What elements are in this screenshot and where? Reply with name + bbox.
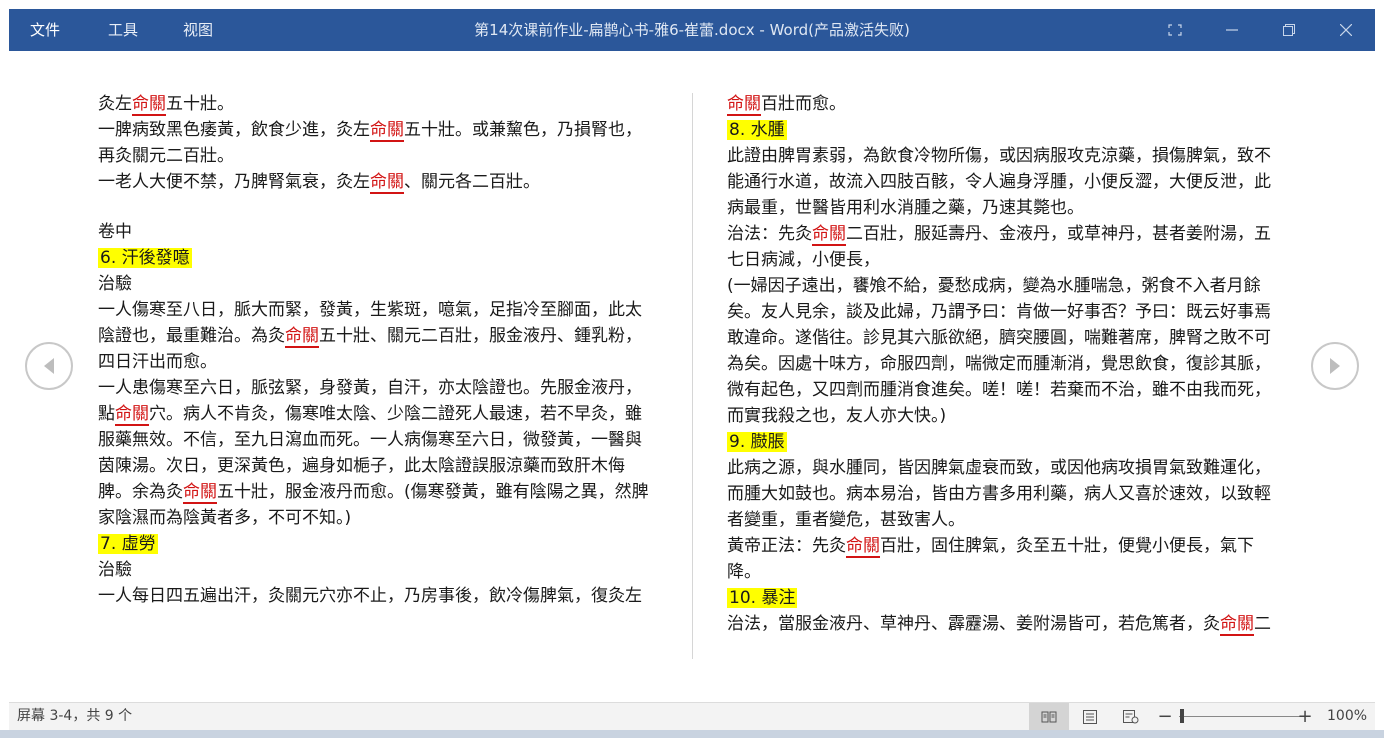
- paragraph: 灸左命關五十壯。: [98, 94, 234, 116]
- spell-marked-word[interactable]: 命關: [370, 120, 404, 142]
- web-layout-button[interactable]: [1111, 703, 1151, 730]
- previous-page-button[interactable]: [25, 342, 73, 390]
- next-page-icon: [1330, 358, 1340, 374]
- spell-marked-word[interactable]: 命關: [370, 172, 404, 194]
- print-layout-button[interactable]: [1070, 703, 1110, 730]
- web-layout-icon: [1123, 709, 1139, 723]
- page-info: 屏幕 3-4，共 9 个: [17, 708, 133, 724]
- spell-marked-word[interactable]: 命關: [727, 94, 761, 116]
- paragraph: 一人傷寒至八日，脈大而緊，發黃，生紫斑，噫氣，足指冷至腳面，此太陰證也，最重難治…: [98, 300, 642, 372]
- minimize-icon: [1226, 29, 1238, 31]
- left-column: 灸左命關五十壯。 一脾病致黑色痿黃，飲食少進，灸左命關五十壯。或兼黧色，乃損腎也…: [98, 91, 658, 609]
- spell-marked-word[interactable]: 命關: [115, 404, 149, 426]
- subheading: 治驗: [98, 560, 132, 580]
- volume-heading: 卷中: [98, 222, 132, 242]
- section-heading: 9. 臌脹: [727, 432, 787, 452]
- paragraph: 命關百壯而愈。: [727, 94, 846, 116]
- zoom-out-button[interactable]: −: [1156, 703, 1174, 730]
- next-page-button[interactable]: [1311, 342, 1359, 390]
- paragraph: 一脾病致黑色痿黃，飲食少進，灸左命關五十壯。或兼黧色，乃損腎也，再灸關元二百壯。: [98, 120, 642, 166]
- column-divider: [692, 93, 693, 659]
- spell-marked-word[interactable]: 命關: [132, 94, 166, 116]
- paragraph: 此證由脾胃素弱，為飲食冷物所傷，或因病服攻克涼藥，損傷脾氣，致不能通行水道，故流…: [727, 146, 1271, 218]
- paragraph: 一人每日四五遍出汗，灸關元穴亦不止，乃房事後，飲冷傷脾氣，復灸左: [98, 586, 642, 606]
- status-bar: 屏幕 3-4，共 9 个 − + 100%: [9, 702, 1375, 730]
- zoom-slider-track[interactable]: [1179, 716, 1303, 717]
- paragraph: 治法，當服金液丹、草神丹、霹靂湯、姜附湯皆可，若危篤者，灸命關二: [727, 614, 1271, 636]
- section-heading: 6. 汗後發噫: [98, 248, 192, 268]
- section-heading: 7. 虛勞: [98, 534, 158, 554]
- paragraph: (一婦因子遠出，饔飧不給，憂愁成病，變為水腫喘急，粥食不入者月餘矣。友人見余，談…: [727, 276, 1271, 426]
- reading-view: 灸左命關五十壯。 一脾病致黑色痿黃，飲食少進，灸左命關五十壯。或兼黧色，乃損腎也…: [9, 51, 1375, 702]
- spell-marked-word[interactable]: 命關: [1220, 614, 1254, 636]
- focus-icon: [1168, 24, 1182, 36]
- spell-marked-word[interactable]: 命關: [846, 536, 880, 558]
- read-mode-icon: [1041, 711, 1057, 722]
- right-column: 命關百壯而愈。 8. 水腫 此證由脾胃素弱，為飲食冷物所傷，或因病服攻克涼藥，損…: [727, 91, 1287, 637]
- section-heading: 10. 暴注: [727, 588, 798, 608]
- paragraph: 一老人大便不禁，乃脾腎氣衰，灸左命關、關元各二百壯。: [98, 172, 540, 194]
- spell-marked-word[interactable]: 命關: [812, 224, 846, 246]
- focus-mode-button[interactable]: [1152, 9, 1198, 51]
- close-button[interactable]: [1323, 9, 1369, 51]
- paragraph: 一人患傷寒至六日，脈弦緊，身發黃，自汗，亦太陰證也。先服金液丹，點命關穴。病人不…: [98, 378, 649, 528]
- restore-button[interactable]: [1266, 9, 1312, 51]
- restore-icon: [1283, 24, 1295, 36]
- paragraph: 此病之源，與水腫同，皆因脾氣虛衰而致，或因他病攻損胃氣致難運化，而腫大如鼓也。病…: [727, 458, 1271, 530]
- menu-tools[interactable]: 工具: [108, 9, 138, 51]
- title-bar: 文件 工具 视图 第14次课前作业-扁鹊心书-雅6-崔蕾.docx - Word…: [9, 9, 1375, 51]
- zoom-slider-thumb[interactable]: [1180, 709, 1184, 723]
- spell-marked-word[interactable]: 命關: [285, 326, 319, 348]
- taskbar-strip: [0, 730, 1384, 738]
- menu-view[interactable]: 视图: [183, 9, 213, 51]
- zoom-in-button[interactable]: +: [1296, 703, 1314, 730]
- read-mode-button[interactable]: [1029, 703, 1069, 730]
- paragraph: 治法：先灸命關二百壯，服延壽丹、金液丹，或草神丹，甚者姜附湯，五七日病減，小便長…: [727, 224, 1271, 270]
- section-heading: 8. 水腫: [727, 120, 787, 140]
- print-layout-icon: [1083, 709, 1097, 724]
- prev-page-icon: [44, 358, 54, 374]
- paragraph: 黃帝正法：先灸命關百壯，固住脾氣，灸至五十壯，便覺小便長，氣下降。: [727, 536, 1254, 582]
- minimize-button[interactable]: [1209, 9, 1255, 51]
- spell-marked-word[interactable]: 命關: [183, 482, 217, 504]
- close-icon: [1340, 24, 1352, 36]
- menu-file[interactable]: 文件: [30, 9, 60, 51]
- subheading: 治驗: [98, 274, 132, 294]
- zoom-level[interactable]: 100%: [1327, 703, 1367, 730]
